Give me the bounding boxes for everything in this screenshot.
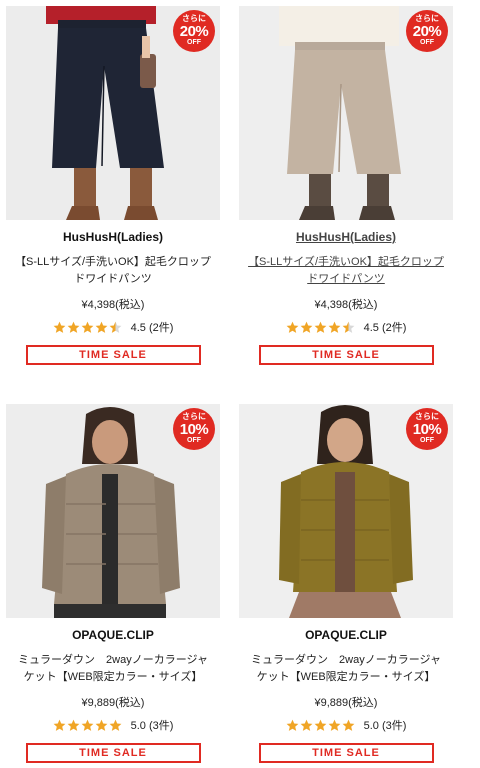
brand-name[interactable]: OPAQUE.CLIP [6, 628, 220, 644]
star-icon [286, 719, 299, 732]
product-image[interactable]: さらに 10% OFF [239, 404, 453, 618]
rating: 5.0 (3件) [239, 717, 453, 733]
discount-badge: さらに 20% OFF [406, 10, 448, 52]
badge-prefix: さらに [182, 412, 206, 421]
star-icon [95, 321, 108, 334]
rating: 5.0 (3件) [6, 717, 220, 733]
discount-badge: さらに 10% OFF [173, 408, 215, 450]
product-price: ¥4,398(税込) [81, 299, 145, 311]
product-card[interactable]: さらに 10% OFF OPAQUE.CLIP ミュラーダウン 2wayノーカラ… [239, 404, 453, 763]
time-sale-button[interactable]: TIME SALE [258, 743, 434, 763]
star-icon [342, 719, 355, 732]
star-icon [67, 321, 80, 334]
badge-prefix: さらに [415, 14, 439, 23]
badge-off: OFF [420, 437, 434, 444]
brand-name[interactable]: HusHusH(Ladies) [6, 230, 220, 246]
rating-text: 5.0 (3件) [363, 720, 407, 732]
product-name[interactable]: 【S-LLサイズ/手洗いOK】起毛クロップドワイドパンツ [239, 254, 453, 288]
badge-percent: 20% [179, 23, 209, 40]
star-icon [67, 719, 80, 732]
rating-text: 5.0 (3件) [130, 720, 174, 732]
star-icon [81, 321, 94, 334]
badge-percent: 10% [179, 421, 209, 438]
discount-badge: さらに 10% OFF [406, 408, 448, 450]
product-image[interactable]: さらに 10% OFF [6, 404, 220, 618]
badge-prefix: さらに [182, 14, 206, 23]
product-card[interactable]: さらに 20% OFF HusHusH(Ladies) 【S-LLサイズ/手洗い… [239, 6, 453, 365]
star-icon [53, 321, 66, 334]
star-icon [95, 719, 108, 732]
product-card[interactable]: さらに 10% OFF OPAQUE.CLIP ミュラーダウン 2wayノーカラ… [6, 404, 220, 763]
badge-off: OFF [187, 39, 201, 46]
badge-percent: 10% [412, 421, 442, 438]
product-name[interactable]: ミュラーダウン 2wayノーカラージャケット【WEB限定カラー・サイズ】 [6, 652, 220, 686]
badge-percent: 20% [412, 23, 442, 40]
product-image[interactable]: さらに 20% OFF [239, 6, 453, 220]
star-icon [286, 321, 299, 334]
star-icon [314, 719, 327, 732]
time-sale-button[interactable]: TIME SALE [25, 345, 201, 365]
star-icon [328, 321, 341, 334]
rating: 4.5 (2件) [239, 319, 453, 335]
product-name[interactable]: 【S-LLサイズ/手洗いOK】起毛クロップドワイドパンツ [6, 254, 220, 288]
rating-text: 4.5 (2件) [363, 322, 407, 334]
brand-name[interactable]: HusHusH(Ladies) [239, 230, 453, 246]
star-icon [81, 719, 94, 732]
badge-off: OFF [420, 39, 434, 46]
brand-name[interactable]: OPAQUE.CLIP [239, 628, 453, 644]
product-price: ¥4,398(税込) [314, 299, 378, 311]
star-icon [53, 719, 66, 732]
rating: 4.5 (2件) [6, 319, 220, 335]
product-card[interactable]: さらに 20% OFF HusHusH(Ladies) 【S-LLサイズ/手洗い… [6, 6, 220, 365]
time-sale-button[interactable]: TIME SALE [25, 743, 201, 763]
badge-prefix: さらに [415, 412, 439, 421]
product-name[interactable]: ミュラーダウン 2wayノーカラージャケット【WEB限定カラー・サイズ】 [239, 652, 453, 686]
star-icon [300, 321, 313, 334]
rating-text: 4.5 (2件) [130, 322, 174, 334]
discount-badge: さらに 20% OFF [173, 10, 215, 52]
time-sale-button[interactable]: TIME SALE [258, 345, 434, 365]
star-icon [342, 321, 355, 334]
star-icon [300, 719, 313, 732]
product-price: ¥9,889(税込) [314, 697, 378, 709]
badge-off: OFF [187, 437, 201, 444]
product-price: ¥9,889(税込) [81, 697, 145, 709]
star-icon [328, 719, 341, 732]
star-icon [109, 321, 122, 334]
star-icon [109, 719, 122, 732]
product-grid: さらに 20% OFF HusHusH(Ladies) 【S-LLサイズ/手洗い… [0, 0, 480, 768]
star-icon [314, 321, 327, 334]
product-image[interactable]: さらに 20% OFF [6, 6, 220, 220]
